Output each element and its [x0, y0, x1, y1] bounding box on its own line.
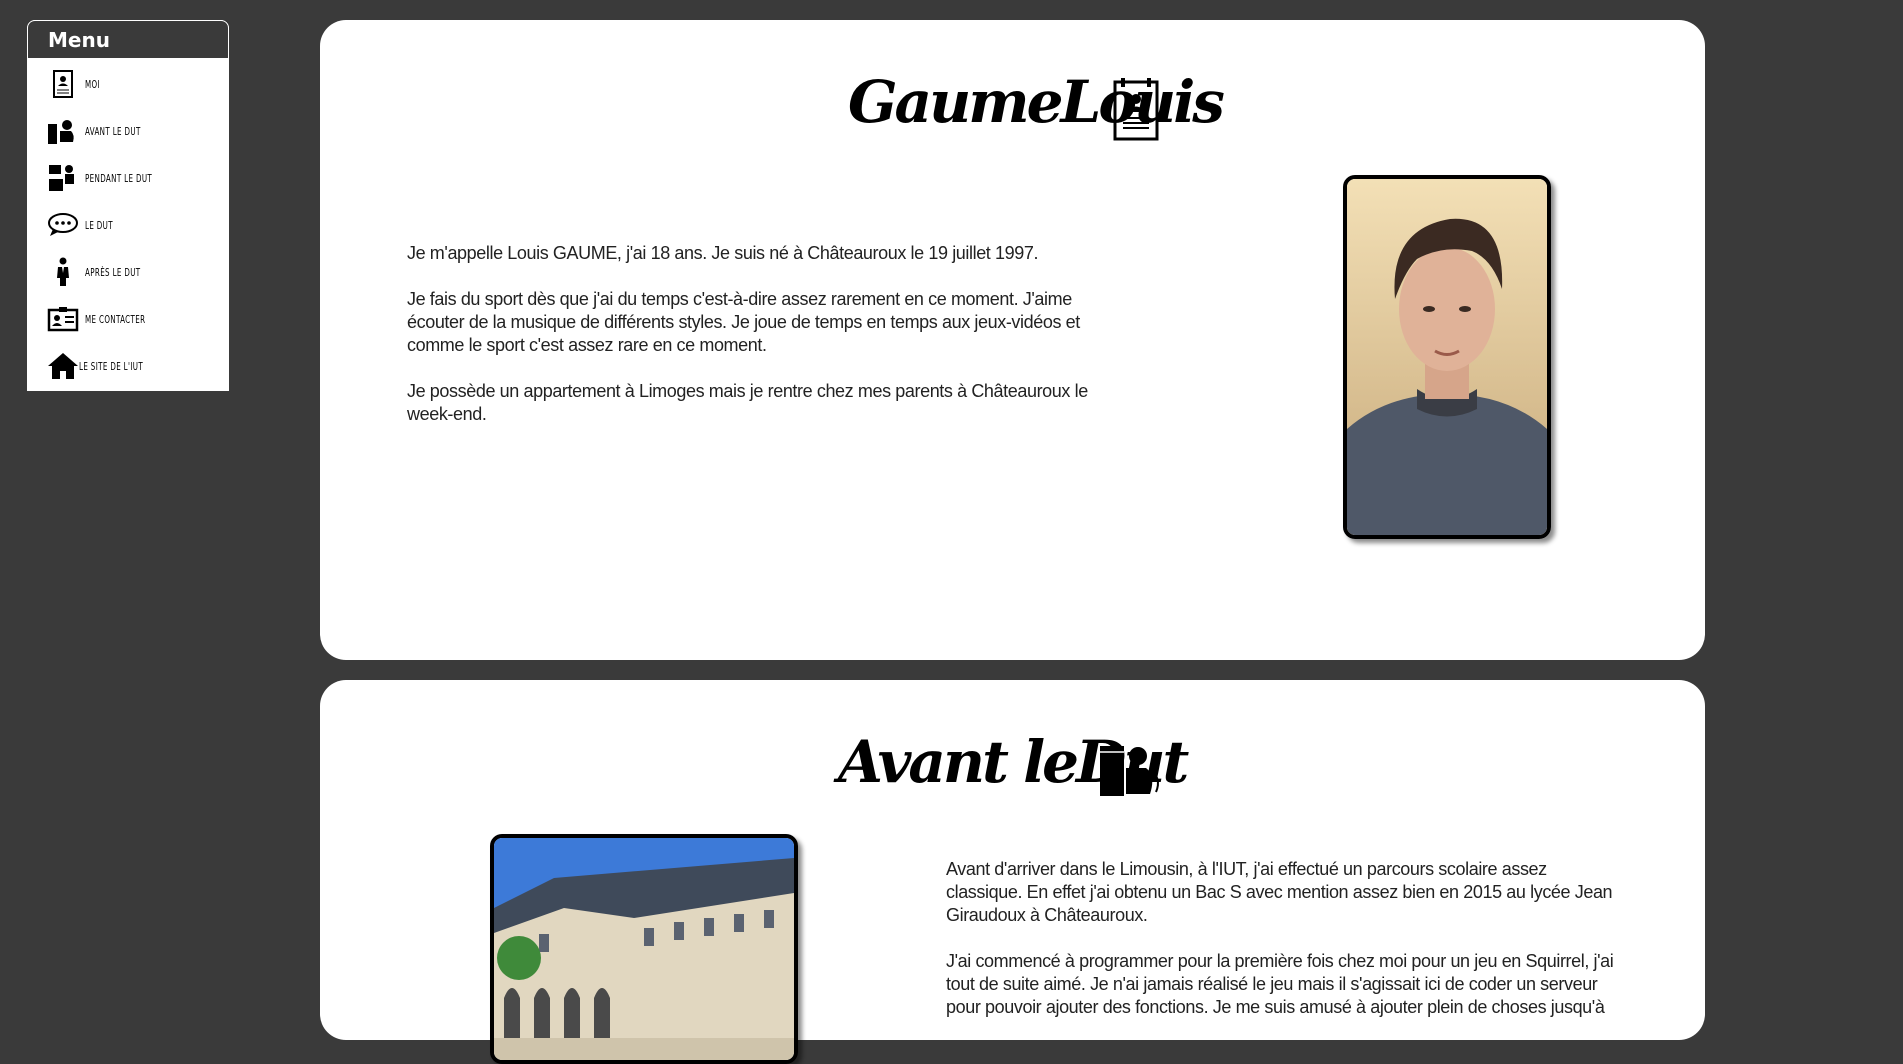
before-paragraph: Avant d'arriver dans le Limousin, à l'IU…: [946, 859, 1613, 925]
resume-icon: [53, 70, 73, 98]
menu-item-le-dut[interactable]: Le DUT: [47, 205, 124, 245]
side-menu: Menu Moi Avant le DUT Pendant le DUT Le …: [27, 20, 229, 391]
menu-item-moi[interactable]: Moi: [47, 64, 106, 104]
student-desk-icon: [48, 120, 74, 144]
before-paragraph: J'ai commencé à programmer pour la premi…: [946, 951, 1614, 1017]
school-photo: [490, 834, 798, 1064]
classroom-icon: [49, 165, 74, 191]
menu-label: Avant le DUT: [85, 124, 141, 138]
menu-label: Me contacter: [85, 312, 146, 326]
menu-item-pendant-dut[interactable]: Pendant le DUT: [47, 158, 178, 198]
menu-item-avant-dut[interactable]: Avant le DUT: [47, 111, 162, 151]
about-section: GaumeLouis Je m'appelle Louis GAUME, j'a…: [320, 20, 1705, 660]
about-paragraph: Je fais du sport dès que j'ai du temps c…: [407, 289, 1080, 355]
about-paragraph: Je m'appelle Louis GAUME, j'ai 18 ans. J…: [407, 243, 1039, 263]
section-title: GaumeLouis: [848, 68, 1225, 136]
student-desk-icon: [1100, 746, 1159, 796]
menu-label: Le site de l'IUT: [79, 359, 144, 373]
home-icon: [48, 353, 78, 379]
profile-photo: [1343, 175, 1551, 539]
contact-card-icon: [47, 307, 79, 332]
menu-item-apres-dut[interactable]: Après le DUT: [47, 252, 162, 292]
resume-icon: [1113, 78, 1159, 141]
menu-title: Menu: [27, 20, 229, 58]
menu-label: Moi: [85, 77, 100, 91]
menu-item-contact[interactable]: Me contacter: [47, 299, 169, 339]
speech-bubble-icon: [48, 213, 78, 236]
businessman-icon: [57, 257, 69, 286]
menu-item-site-iut[interactable]: Le site de l'IUT: [47, 346, 168, 386]
before-dut-section: Avant leDut Avant d'arriver dans le Limo…: [320, 680, 1705, 1064]
menu-label: Pendant le DUT: [85, 171, 153, 185]
menu-label: Le DUT: [85, 218, 113, 232]
menu-label: Après le DUT: [85, 265, 141, 279]
about-paragraph: Je possède un appartement à Limoges mais…: [407, 381, 1088, 424]
